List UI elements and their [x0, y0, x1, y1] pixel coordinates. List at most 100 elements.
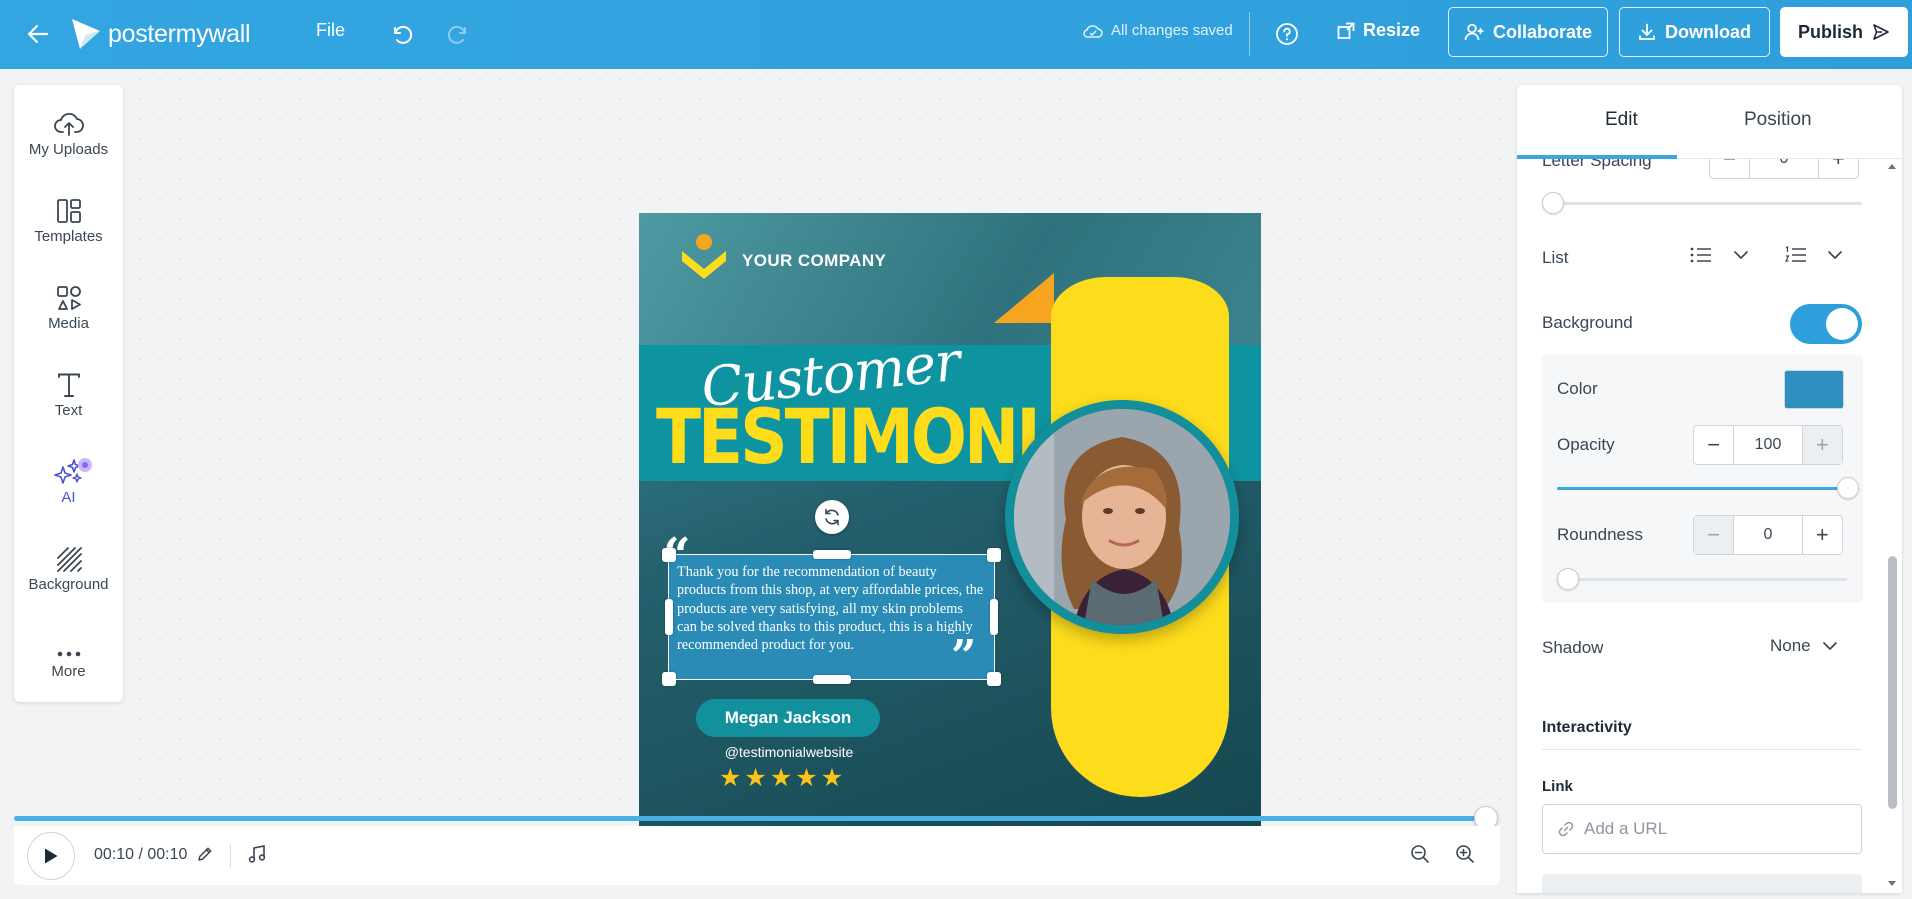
background-color-swatch[interactable] [1784, 370, 1844, 409]
company-name[interactable]: YOUR COMPANY [742, 251, 886, 271]
sidebar-item-label: AI [61, 489, 76, 506]
undo-icon[interactable] [385, 18, 417, 50]
resize-handle-left[interactable] [665, 599, 673, 635]
roundness-label: Roundness [1557, 525, 1644, 544]
publish-button[interactable]: Publish [1780, 7, 1908, 57]
resize-handle-bottom-left[interactable] [662, 672, 676, 686]
customer-photo-frame[interactable] [1005, 400, 1239, 634]
sidebar-item-background[interactable]: Background [14, 538, 123, 610]
sidebar-item-label: Background [28, 576, 109, 593]
opacity-label: Opacity [1557, 435, 1615, 454]
rotate-icon[interactable] [815, 500, 849, 534]
selected-quote-textbox[interactable]: Thank you for the recommendation of beau… [668, 554, 995, 680]
star-icon: ★ [719, 764, 742, 792]
customer-photo[interactable] [1014, 409, 1230, 625]
shadow-dropdown[interactable]: None [1770, 636, 1839, 656]
properties-panel: Edit Position Letter Spacing − 0 + List … [1517, 85, 1902, 893]
background-icon [56, 538, 82, 572]
tab-edit[interactable]: Edit [1605, 109, 1638, 131]
media-icon [56, 277, 82, 311]
file-menu[interactable]: File [316, 20, 345, 41]
sidebar-item-my-uploads[interactable]: My Uploads [14, 103, 123, 175]
panel-scrollbar[interactable] [1885, 158, 1899, 893]
more-dots-icon [56, 625, 82, 659]
scroll-up-arrow-icon[interactable] [1887, 162, 1897, 170]
letter-spacing-slider[interactable] [1542, 202, 1862, 205]
logo-text: postermywall [108, 19, 251, 48]
poster-design[interactable]: YOUR COMPANY Customer TESTIMONIAL Thank … [639, 213, 1261, 835]
company-logo-icon[interactable] [677, 231, 731, 281]
resize-handle-top-left[interactable] [662, 548, 676, 562]
opacity-slider-knob[interactable] [1837, 477, 1859, 499]
decrement-button[interactable]: − [1694, 516, 1734, 554]
scroll-down-arrow-icon[interactable] [1887, 880, 1897, 888]
roundness-slider-knob[interactable] [1557, 568, 1579, 590]
download-button[interactable]: Download [1619, 7, 1770, 57]
shadow-label: Shadow [1542, 638, 1604, 657]
save-status-text: All changes saved [1111, 22, 1233, 39]
panel-tabs: Edit Position [1517, 85, 1902, 159]
shadow-value: None [1770, 636, 1811, 655]
numbered-list-icon[interactable] [1784, 245, 1808, 270]
sidebar-item-ai[interactable]: AI [14, 451, 123, 523]
tab-position[interactable]: Position [1744, 109, 1812, 131]
sidebar-item-label: More [51, 663, 86, 680]
play-button[interactable] [27, 832, 75, 880]
resize-handle-top[interactable] [813, 550, 851, 559]
redo-icon[interactable] [443, 18, 475, 50]
cloud-check-icon [1083, 24, 1103, 38]
templates-icon [56, 190, 82, 224]
close-quote-mark[interactable]: ” [951, 631, 976, 682]
sidebar-item-templates[interactable]: Templates [14, 190, 123, 262]
star-icon: ★ [769, 764, 793, 792]
chevron-down-icon[interactable] [1732, 247, 1750, 268]
resize-button[interactable]: Resize [1337, 20, 1420, 41]
help-icon[interactable] [1270, 17, 1304, 51]
resize-handle-bottom-right[interactable] [987, 672, 1001, 686]
opacity-value[interactable]: 100 [1733, 426, 1803, 464]
zoom-out-icon[interactable] [1410, 844, 1430, 869]
increment-button[interactable]: + [1802, 426, 1842, 464]
decrement-button[interactable]: − [1694, 426, 1733, 464]
sidebar-item-text[interactable]: Text [14, 364, 123, 436]
design-canvas-area[interactable]: YOUR COMPANY Customer TESTIMONIAL Thank … [130, 69, 1515, 835]
rating-stars[interactable]: ★ ★ ★ ★ ★ [719, 766, 843, 791]
top-toolbar: postermywall File All changes saved Resi… [0, 0, 1912, 69]
collaborate-button[interactable]: Collaborate [1448, 7, 1608, 57]
play-icon [45, 848, 58, 864]
timeline-progress-bar[interactable] [14, 816, 1488, 821]
zoom-in-icon[interactable] [1455, 844, 1475, 869]
customer-name[interactable]: Megan Jackson [696, 699, 880, 737]
add-user-icon [1464, 23, 1484, 41]
background-toggle[interactable] [1790, 304, 1862, 344]
interactivity-heading: Interactivity [1542, 719, 1632, 736]
music-note-icon[interactable] [247, 844, 267, 869]
timeline-bar: 00:10 / 00:10 [14, 826, 1500, 885]
resize-handle-bottom[interactable] [813, 675, 851, 684]
resize-handle-top-right[interactable] [987, 548, 1001, 562]
link-url-input[interactable]: Add a URL [1542, 804, 1862, 854]
orange-accent-shape[interactable] [994, 273, 1054, 323]
roundness-slider[interactable] [1557, 578, 1847, 581]
chevron-down-icon[interactable] [1826, 247, 1844, 268]
new-badge-dot [78, 458, 92, 472]
logo-mark-icon [72, 19, 100, 49]
back-arrow-icon[interactable] [22, 18, 54, 50]
sidebar-item-more[interactable]: More [14, 625, 123, 697]
roundness-value[interactable]: 0 [1733, 516, 1803, 554]
section-divider [1542, 749, 1862, 750]
toolbar-divider [1249, 12, 1250, 56]
resize-handle-right[interactable] [990, 599, 998, 635]
download-icon [1639, 23, 1655, 40]
roundness-stepper[interactable]: − 0 + [1693, 515, 1843, 555]
increment-button[interactable]: + [1803, 516, 1842, 554]
sidebar-item-media[interactable]: Media [14, 277, 123, 349]
app-logo[interactable]: postermywall [70, 14, 251, 54]
edit-duration-pencil-icon[interactable] [196, 845, 214, 868]
customer-handle[interactable]: @testimonialwebsite [639, 744, 937, 760]
scrollbar-thumb[interactable] [1888, 556, 1897, 809]
bullet-list-icon[interactable] [1689, 245, 1713, 270]
opacity-stepper[interactable]: − 100 + [1693, 425, 1843, 465]
chevron-down-icon [1822, 642, 1837, 650]
letter-spacing-slider-knob[interactable] [1542, 192, 1564, 214]
